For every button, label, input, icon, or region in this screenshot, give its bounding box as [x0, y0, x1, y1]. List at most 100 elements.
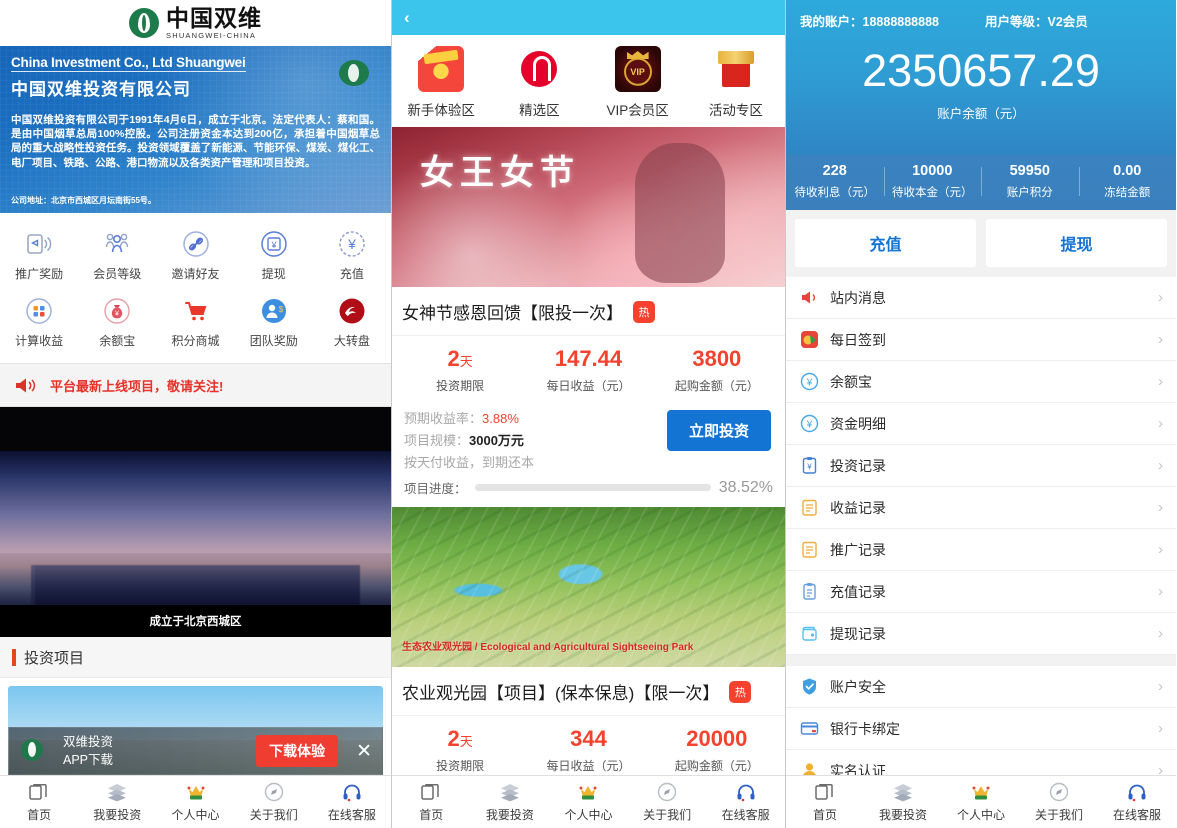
bankcard-icon [799, 719, 819, 739]
close-icon[interactable]: ✕ [348, 742, 372, 761]
nav-label: 我要投资 [485, 807, 534, 822]
hot-badge: 热 [729, 680, 752, 703]
menu-item-fund-details[interactable]: ¥ 资金明细 › [786, 403, 1176, 445]
quick-action-recharge[interactable]: ¥ 充值 [313, 223, 391, 290]
money-bag-icon: ¥ [102, 296, 132, 326]
recharge-icon: ¥ [337, 229, 367, 259]
shuangwei-leaf-logo-icon [129, 8, 159, 38]
stat-pending-principal: 10000 待收本金（元） [883, 163, 982, 200]
menu-label: 站内消息 [830, 289, 886, 306]
wallet-icon [799, 624, 819, 644]
nav-item-home[interactable]: 首页 [392, 776, 471, 828]
nav-item-invest[interactable]: 我要投资 [864, 776, 942, 828]
menu-item-site-messages[interactable]: 站内消息 › [786, 277, 1176, 319]
project-card-1[interactable]: 女神节感恩回馈【限投一次】 热 2天 投资期限 147.44 每日收益（元） 3… [392, 287, 785, 508]
menu-item-yuebao[interactable]: ¥ 余额宝 › [786, 361, 1176, 403]
note-orange-icon [799, 540, 819, 560]
site-logo[interactable]: 中国双维 SHUANGWEI-CHINA [0, 0, 391, 46]
level-line: 用户等级：V2会员 [985, 11, 1088, 30]
stat-pending-interest: 228 待收利息（元） [786, 163, 884, 200]
quick-action-calculate-income[interactable]: 计算收益 [0, 290, 78, 357]
menu-item-bank-card-binding[interactable]: 银行卡绑定 › [786, 708, 1176, 750]
quick-action-label: 大转盘 [333, 334, 370, 348]
stat-value: 20000 [686, 726, 748, 752]
yuan-circle-icon: ¥ [799, 372, 819, 392]
withdraw-button[interactable]: 提现 [986, 219, 1167, 267]
project-title: 农业观光园【项目】(保本保息)【限一次】 [402, 684, 720, 704]
category-newbie-zone[interactable]: 新手体验区 [392, 46, 490, 119]
app-logo-icon [19, 736, 53, 766]
category-activity-zone[interactable]: 活动专区 [687, 46, 785, 119]
stat-label: 投资期限 [436, 379, 485, 393]
nav-item-online-service[interactable]: 在线客服 [313, 776, 391, 828]
menu-label: 银行卡绑定 [830, 720, 900, 737]
nav-item-personal-center[interactable]: 个人中心 [549, 776, 628, 828]
progress-label: 项目进度： [404, 482, 467, 497]
right-bottom-nav: 首页 我要投资 个人中心 关于我们 在线客服 [786, 775, 1176, 828]
download-experience-button[interactable]: 下载体验 [256, 735, 339, 767]
nav-item-personal-center[interactable]: 个人中心 [156, 776, 234, 828]
scale-label: 项目规模： [404, 433, 470, 449]
scale-value: 3000万元 [469, 433, 524, 449]
nav-item-invest[interactable]: 我要投资 [471, 776, 550, 828]
rate-value: 3.88% [482, 411, 519, 426]
svg-text:¥: ¥ [270, 240, 277, 250]
project-stat-term: 2天 投资期限 [396, 348, 524, 394]
nav-item-personal-center[interactable]: 个人中心 [942, 776, 1020, 828]
wheel-icon [337, 296, 367, 326]
layers-icon [499, 782, 521, 803]
recharge-button[interactable]: 充值 [795, 219, 976, 267]
stat-label: 起购金额（元） [674, 379, 759, 393]
quick-action-label: 余额宝 [99, 334, 136, 348]
level-value: V2会员 [1047, 15, 1088, 29]
quick-action-lucky-wheel[interactable]: 大转盘 [313, 290, 391, 357]
crown-icon [970, 782, 992, 803]
quick-action-yuebao[interactable]: ¥ 余额宝 [78, 290, 156, 357]
category-selected-zone[interactable]: 精选区 [490, 46, 588, 119]
home-icon [814, 782, 836, 803]
project-stat-min-amount: 20000 起购金额（元） [653, 728, 781, 774]
quick-action-member-level[interactable]: 会员等级 [78, 223, 156, 290]
nav-item-home[interactable]: 首页 [786, 776, 864, 828]
menu-item-daily-checkin[interactable]: 每日签到 › [786, 319, 1176, 361]
quick-action-label: 提现 [261, 267, 286, 281]
nav-item-about-us[interactable]: 关于我们 [1020, 776, 1098, 828]
agri-park-photo[interactable]: 生态农业观光园 / Ecological and Agricultural Si… [392, 507, 785, 668]
category-label: 精选区 [519, 103, 560, 118]
quick-action-promotion-reward[interactable]: 推广奖励 [0, 223, 78, 290]
stat-label: 账户积分 [1006, 187, 1053, 199]
goddess-day-banner[interactable]: 女王女节 [392, 127, 785, 287]
invest-now-button[interactable]: 立即投资 [666, 410, 771, 451]
project-card-2[interactable]: 农业观光园【项目】(保本保息)【限一次】 热 2天 投资期限 344 每日收益（… [392, 667, 785, 785]
quick-action-team-reward[interactable]: $ 团队奖励 [235, 290, 313, 357]
stat-value: 10000 [912, 163, 953, 179]
account-value: 18888888888 [862, 15, 939, 29]
menu-label: 提现记录 [830, 625, 886, 642]
compass-icon [656, 782, 678, 803]
quick-action-label: 团队奖励 [249, 334, 298, 348]
withdraw-icon: ¥ [259, 229, 289, 259]
nav-label: 关于我们 [1034, 807, 1083, 822]
menu-item-promotion-records[interactable]: 推广记录 › [786, 529, 1176, 571]
category-vip-zone[interactable]: VIP会员区 [589, 46, 687, 119]
menu-item-income-records[interactable]: 收益记录 › [786, 487, 1176, 529]
chevron-right-icon: › [1158, 625, 1163, 642]
menu-item-account-security[interactable]: 账户安全 › [786, 666, 1176, 708]
hero-city-photo: 成立于北京西城区 [0, 451, 391, 637]
back-arrow-icon[interactable]: ‹ [404, 9, 410, 26]
quick-action-points-mall[interactable]: 积分商城 [156, 290, 234, 357]
menu-item-withdraw-records[interactable]: 提现记录 › [786, 613, 1176, 655]
menu-item-investment-records[interactable]: ¥ 投资记录 › [786, 445, 1176, 487]
chevron-right-icon: › [1158, 583, 1163, 600]
menu-item-recharge-records[interactable]: 充值记录 › [786, 571, 1176, 613]
nav-item-about-us[interactable]: 关于我们 [628, 776, 707, 828]
quick-action-invite-friends[interactable]: 邀请好友 [156, 223, 234, 290]
announcement-bar[interactable]: 平台最新上线项目，敬请关注! [0, 363, 391, 407]
nav-item-online-service[interactable]: 在线客服 [1098, 776, 1176, 828]
quick-action-withdraw[interactable]: ¥ 提现 [235, 223, 313, 290]
nav-item-online-service[interactable]: 在线客服 [706, 776, 785, 828]
company-address: 公司地址：北京市西城区月坛南街55号。 [11, 195, 156, 205]
nav-item-home[interactable]: 首页 [0, 776, 78, 828]
nav-item-invest[interactable]: 我要投资 [78, 776, 156, 828]
nav-item-about-us[interactable]: 关于我们 [235, 776, 313, 828]
